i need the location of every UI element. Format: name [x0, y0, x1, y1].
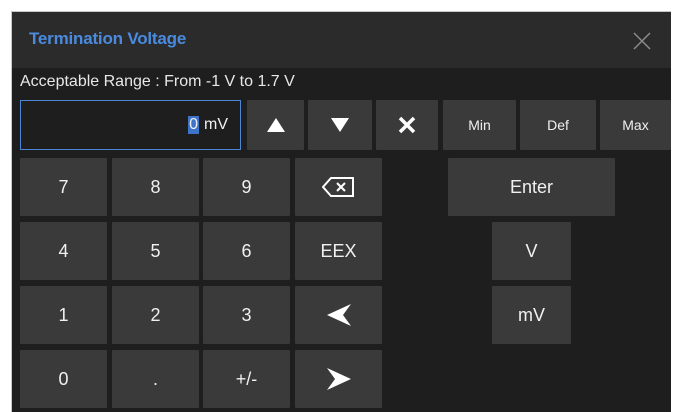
key-0[interactable]: 0: [20, 350, 107, 408]
key-2[interactable]: 2: [112, 286, 199, 344]
key-5[interactable]: 5: [112, 222, 199, 280]
dialog-title-bar: Termination Voltage: [12, 12, 671, 68]
cursor-left-button[interactable]: [295, 286, 382, 344]
backspace-button[interactable]: [295, 158, 382, 216]
clear-x-icon: [398, 116, 416, 134]
key-6[interactable]: 6: [203, 222, 290, 280]
eex-button[interactable]: EEX: [295, 222, 382, 280]
dialog-title: Termination Voltage: [29, 29, 187, 48]
value-entry-field[interactable]: 0 mV: [20, 100, 241, 150]
cursor-right-button[interactable]: [295, 350, 382, 408]
increment-button[interactable]: [247, 100, 304, 150]
key-1[interactable]: 1: [20, 286, 107, 344]
close-button[interactable]: [631, 30, 653, 52]
up-arrow-icon: [266, 118, 285, 132]
default-button[interactable]: Def: [520, 100, 596, 150]
clear-button[interactable]: [376, 100, 438, 150]
key-sign-toggle[interactable]: +/-: [203, 350, 290, 408]
key-8[interactable]: 8: [112, 158, 199, 216]
min-button[interactable]: Min: [443, 100, 516, 150]
decrement-button[interactable]: [308, 100, 372, 150]
entry-value: 0: [188, 116, 199, 134]
termination-voltage-dialog: Termination Voltage Acceptable Range : F…: [11, 11, 671, 412]
right-arrow-icon: [326, 368, 351, 390]
backspace-icon: [321, 177, 354, 197]
unit-mv-button[interactable]: mV: [492, 286, 571, 344]
key-3[interactable]: 3: [203, 286, 290, 344]
unit-v-button[interactable]: V: [492, 222, 571, 280]
entry-unit: mV: [204, 116, 228, 133]
max-button[interactable]: Max: [600, 100, 671, 150]
close-icon: [633, 32, 651, 50]
left-arrow-icon: [326, 304, 351, 326]
enter-button[interactable]: Enter: [448, 158, 615, 216]
key-decimal-point[interactable]: .: [112, 350, 199, 408]
key-4[interactable]: 4: [20, 222, 107, 280]
key-9[interactable]: 9: [203, 158, 290, 216]
key-7[interactable]: 7: [20, 158, 107, 216]
down-arrow-icon: [331, 118, 349, 132]
acceptable-range-label: Acceptable Range : From -1 V to 1.7 V: [20, 73, 295, 90]
